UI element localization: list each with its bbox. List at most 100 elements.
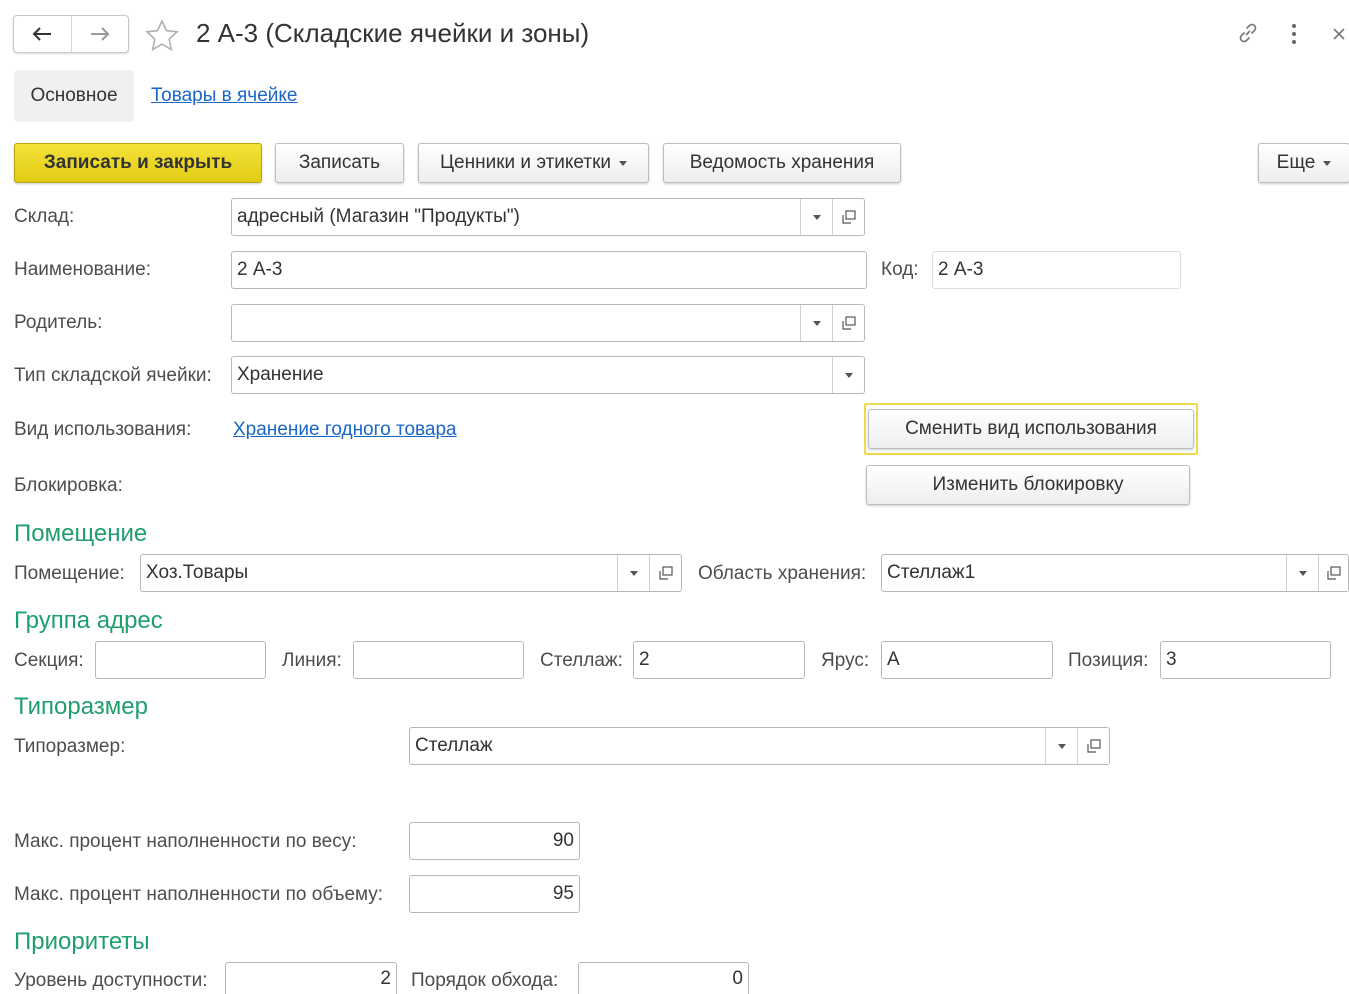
area-value: Стеллаж1 <box>887 562 976 583</box>
more-label: Еще <box>1276 152 1316 173</box>
size-dropdown-button[interactable] <box>1045 728 1077 764</box>
tier-label: Ярус: <box>821 650 870 671</box>
section-input[interactable] <box>95 641 266 679</box>
area-dropdown-button[interactable] <box>1286 555 1318 591</box>
max-volume-label: Макс. процент наполненности по объему: <box>14 884 384 905</box>
usage-label: Вид использования: <box>14 419 192 440</box>
arrow-right-icon <box>90 27 110 41</box>
chevron-down-icon <box>619 160 627 166</box>
block-label: Блокировка: <box>14 475 123 496</box>
close-icon[interactable] <box>1331 26 1347 42</box>
warehouse-dropdown-button[interactable] <box>800 199 832 235</box>
parent-dropdown-button[interactable] <box>800 305 832 341</box>
max-volume-input[interactable]: 95 <box>409 875 580 913</box>
save-and-close-button[interactable]: Записать и закрыть <box>14 143 262 183</box>
parent-label: Родитель: <box>14 312 103 333</box>
area-open-button[interactable] <box>1318 555 1348 591</box>
tab-main-label: Основное <box>30 85 118 106</box>
line-input[interactable] <box>353 641 524 679</box>
storage-report-button[interactable]: Ведомость хранения <box>663 143 901 183</box>
window-title: 2 А-3 (Складские ячейки и зоны) <box>196 18 590 48</box>
parent-open-button[interactable] <box>832 305 864 341</box>
area-field[interactable]: Стеллаж1 <box>881 554 1349 592</box>
code-input[interactable]: 2 А-3 <box>932 251 1181 289</box>
code-label: Код: <box>881 259 919 280</box>
open-window-icon <box>841 316 856 330</box>
code-value: 2 А-3 <box>938 259 984 280</box>
chevron-down-icon <box>1323 160 1332 166</box>
open-window-icon <box>658 566 673 580</box>
max-weight-label: Макс. процент наполненности по весу: <box>14 831 357 852</box>
max-volume-value: 95 <box>552 883 574 904</box>
rack-input[interactable]: 2 <box>633 641 805 679</box>
open-window-icon <box>1086 739 1101 753</box>
section-room-header: Помещение <box>14 520 148 547</box>
chevron-down-icon <box>812 320 821 326</box>
open-window-icon <box>1326 566 1341 580</box>
save-button[interactable]: Записать <box>275 143 404 183</box>
forward-button[interactable] <box>72 16 129 52</box>
size-field[interactable]: Стеллаж <box>409 727 1110 765</box>
max-weight-value: 90 <box>552 830 574 851</box>
name-input[interactable]: 2 А-3 <box>231 251 867 289</box>
tier-value: А <box>887 649 900 670</box>
back-button[interactable] <box>14 16 72 52</box>
price-tags-label: Ценники и этикетки <box>440 152 611 173</box>
star-icon[interactable] <box>145 19 179 51</box>
warehouse-label: Склад: <box>14 206 75 227</box>
max-weight-input[interactable]: 90 <box>409 822 580 860</box>
tab-main[interactable]: Основное <box>14 70 134 122</box>
position-value: 3 <box>1166 649 1177 670</box>
open-window-icon <box>841 210 856 224</box>
room-field[interactable]: Хоз.Товары <box>140 554 682 592</box>
section-label: Секция: <box>14 650 84 671</box>
warehouse-open-button[interactable] <box>832 199 864 235</box>
navigation-buttons <box>13 15 129 53</box>
more-vertical-icon[interactable] <box>1287 22 1301 46</box>
cell-type-dropdown-button[interactable] <box>832 357 864 393</box>
usage-link[interactable]: Хранение годного товара <box>233 419 457 441</box>
size-open-button[interactable] <box>1077 728 1109 764</box>
price-tags-button[interactable]: Ценники и этикетки <box>418 143 649 183</box>
room-open-button[interactable] <box>649 555 681 591</box>
chevron-down-icon <box>1298 570 1307 576</box>
room-value: Хоз.Товары <box>146 562 249 583</box>
access-level-value: 2 <box>380 967 391 989</box>
order-value: 0 <box>732 967 743 989</box>
chevron-down-icon <box>844 372 853 378</box>
section-size-header: Типоразмер <box>14 693 148 720</box>
rack-value: 2 <box>639 649 650 670</box>
change-usage-button[interactable]: Сменить вид использования <box>868 409 1194 449</box>
cell-type-value: Хранение <box>237 364 324 385</box>
warehouse-field[interactable]: адресный (Магазин "Продукты") <box>231 198 865 236</box>
parent-field[interactable] <box>231 304 865 342</box>
order-label: Порядок обхода: <box>411 970 559 991</box>
section-address-header: Группа адрес <box>14 607 163 634</box>
name-label: Наименование: <box>14 259 151 280</box>
warehouse-value: адресный (Магазин "Продукты") <box>237 206 520 227</box>
chevron-down-icon <box>1057 743 1066 749</box>
position-label: Позиция: <box>1068 650 1149 671</box>
rack-label: Стеллаж: <box>540 650 623 671</box>
room-label: Помещение: <box>14 563 125 584</box>
access-level-input[interactable]: 2 <box>225 962 397 994</box>
size-value: Стеллаж <box>415 735 493 756</box>
tier-input[interactable]: А <box>881 641 1053 679</box>
cell-type-label: Тип складской ячейки: <box>14 365 212 386</box>
name-value: 2 А-3 <box>237 259 283 280</box>
more-button[interactable]: Еще <box>1258 143 1349 183</box>
arrow-left-icon <box>32 27 52 41</box>
line-label: Линия: <box>282 650 342 671</box>
area-label: Область хранения: <box>698 563 867 584</box>
access-level-label: Уровень доступности: <box>14 970 208 991</box>
tab-goods-in-cell[interactable]: Товары в ячейке <box>151 85 297 107</box>
order-input[interactable]: 0 <box>578 962 749 994</box>
room-dropdown-button[interactable] <box>617 555 649 591</box>
size-label: Типоразмер: <box>14 736 126 757</box>
link-icon[interactable] <box>1235 20 1261 46</box>
position-input[interactable]: 3 <box>1160 641 1331 679</box>
chevron-down-icon <box>812 214 821 220</box>
section-priorities-header: Приоритеты <box>14 928 150 955</box>
change-block-button[interactable]: Изменить блокировку <box>866 465 1190 505</box>
cell-type-select[interactable]: Хранение <box>231 356 865 394</box>
